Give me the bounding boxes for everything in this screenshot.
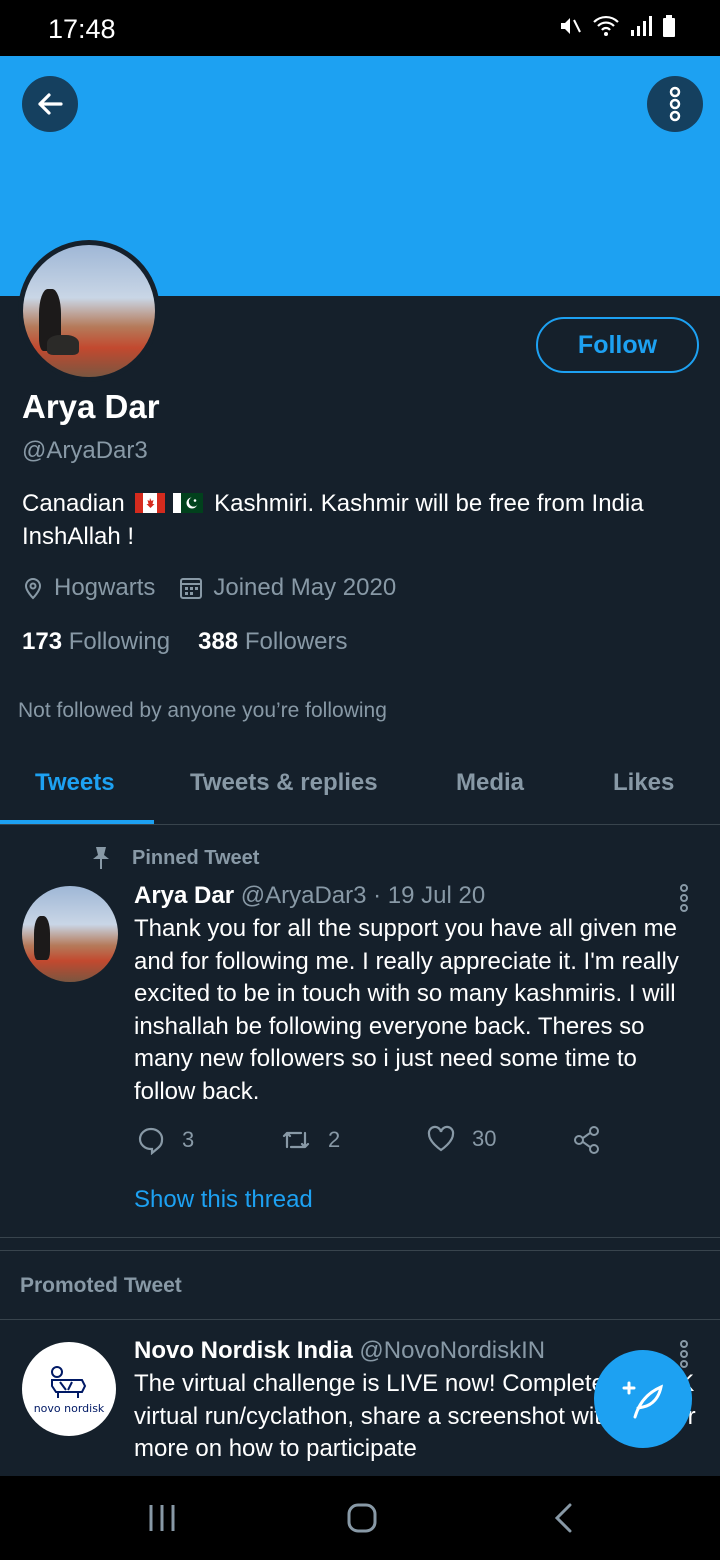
profile-meta: Hogwarts Joined May 2020 xyxy=(22,574,420,602)
home-icon[interactable] xyxy=(346,1502,378,1534)
profile-name: Arya Dar xyxy=(22,388,160,425)
back-nav-icon[interactable] xyxy=(553,1502,575,1534)
promoted-author-name[interactable]: Novo Nordisk India xyxy=(134,1337,353,1364)
pinned-indicator: Pinned Tweet xyxy=(90,845,259,871)
compose-feather-icon xyxy=(622,1381,664,1419)
tweet-text: Thank you for all the support you have a… xyxy=(134,915,679,1105)
arrow-left-icon xyxy=(38,93,63,115)
heart-icon xyxy=(427,1125,455,1152)
show-thread-link[interactable]: Show this thread xyxy=(134,1186,313,1214)
bio-text-start: Canadian xyxy=(22,490,125,517)
profile-location: Hogwarts xyxy=(22,574,155,602)
tweet-author-avatar[interactable] xyxy=(22,886,118,982)
promoted-more-icon[interactable] xyxy=(680,1340,688,1370)
vertical-dots-icon xyxy=(669,86,681,122)
reply-button[interactable]: 3 xyxy=(136,1125,194,1155)
retweet-count: 2 xyxy=(328,1127,341,1152)
reply-count: 3 xyxy=(182,1127,195,1152)
profile-tabs: Tweets Tweets & replies Media Likes xyxy=(0,744,720,825)
promoted-tweet-label: Promoted Tweet xyxy=(20,1274,182,1297)
active-tab-indicator xyxy=(0,820,154,824)
calendar-icon xyxy=(180,578,203,599)
pin-icon xyxy=(93,847,109,869)
wifi-icon xyxy=(593,15,619,36)
tab-tweets-replies[interactable]: Tweets & replies xyxy=(190,769,378,797)
compose-tweet-button[interactable] xyxy=(594,1350,692,1448)
retweet-button[interactable]: 2 xyxy=(280,1125,340,1155)
reply-icon xyxy=(138,1127,164,1155)
location-pin-icon xyxy=(24,578,42,600)
following-link[interactable]: 173 Following xyxy=(22,628,170,656)
mute-icon xyxy=(561,18,581,34)
promoted-tweet-header: Novo Nordisk India @NovoNordiskIN xyxy=(134,1337,545,1365)
share-button[interactable] xyxy=(572,1125,602,1155)
follow-button[interactable]: Follow xyxy=(536,317,699,373)
followers-link[interactable]: 388 Followers xyxy=(198,628,347,656)
profile-avatar[interactable] xyxy=(18,240,160,382)
signal-icon xyxy=(631,16,652,36)
system-nav-bar xyxy=(0,1476,720,1560)
profile-bio: Canadian Kashmiri. Kashmir will be free … xyxy=(22,487,702,553)
tweet-header: Arya Dar @AryaDar3 · 19 Jul 20 xyxy=(134,882,485,910)
tab-likes[interactable]: Likes xyxy=(613,769,674,797)
promoted-author-avatar[interactable]: novo nordisk xyxy=(22,1342,116,1436)
profile-joined: Joined May 2020 xyxy=(179,574,396,602)
pakistan-flag-icon xyxy=(173,493,204,513)
status-icons xyxy=(558,14,676,38)
profile-handle: @AryaDar3 xyxy=(22,437,148,464)
section-separator xyxy=(0,1237,720,1251)
novo-nordisk-logo xyxy=(51,1365,87,1398)
novo-avatar-text: novo nordisk xyxy=(33,1401,105,1415)
recents-icon[interactable] xyxy=(148,1502,176,1534)
like-button[interactable]: 30 xyxy=(426,1125,496,1153)
share-icon xyxy=(574,1126,599,1154)
not-followed-note: Not followed by anyone you’re following xyxy=(18,699,387,722)
tab-tweets[interactable]: Tweets xyxy=(35,769,115,797)
tweet-date: · 19 Jul 20 xyxy=(373,882,486,909)
divider xyxy=(0,1319,720,1320)
tab-media[interactable]: Media xyxy=(456,769,524,797)
profile-counts: 173 Following 388 Followers xyxy=(22,628,348,656)
promoted-author-handle: @NovoNordiskIN xyxy=(359,1337,546,1364)
like-count: 30 xyxy=(472,1126,497,1151)
canada-flag-icon xyxy=(135,493,166,513)
status-bar: 17:48 xyxy=(0,0,720,56)
tweet-actions: 3 2 30 xyxy=(136,1125,616,1161)
retweet-icon xyxy=(282,1131,310,1149)
tweet-more-icon[interactable] xyxy=(680,884,688,914)
status-time: 17:48 xyxy=(48,14,116,44)
more-options-button[interactable] xyxy=(647,76,703,132)
tweet-author-name[interactable]: Arya Dar xyxy=(134,882,234,909)
tweet-author-handle: @AryaDar3 xyxy=(240,882,367,909)
back-button[interactable] xyxy=(22,76,78,132)
battery-icon xyxy=(663,15,675,37)
